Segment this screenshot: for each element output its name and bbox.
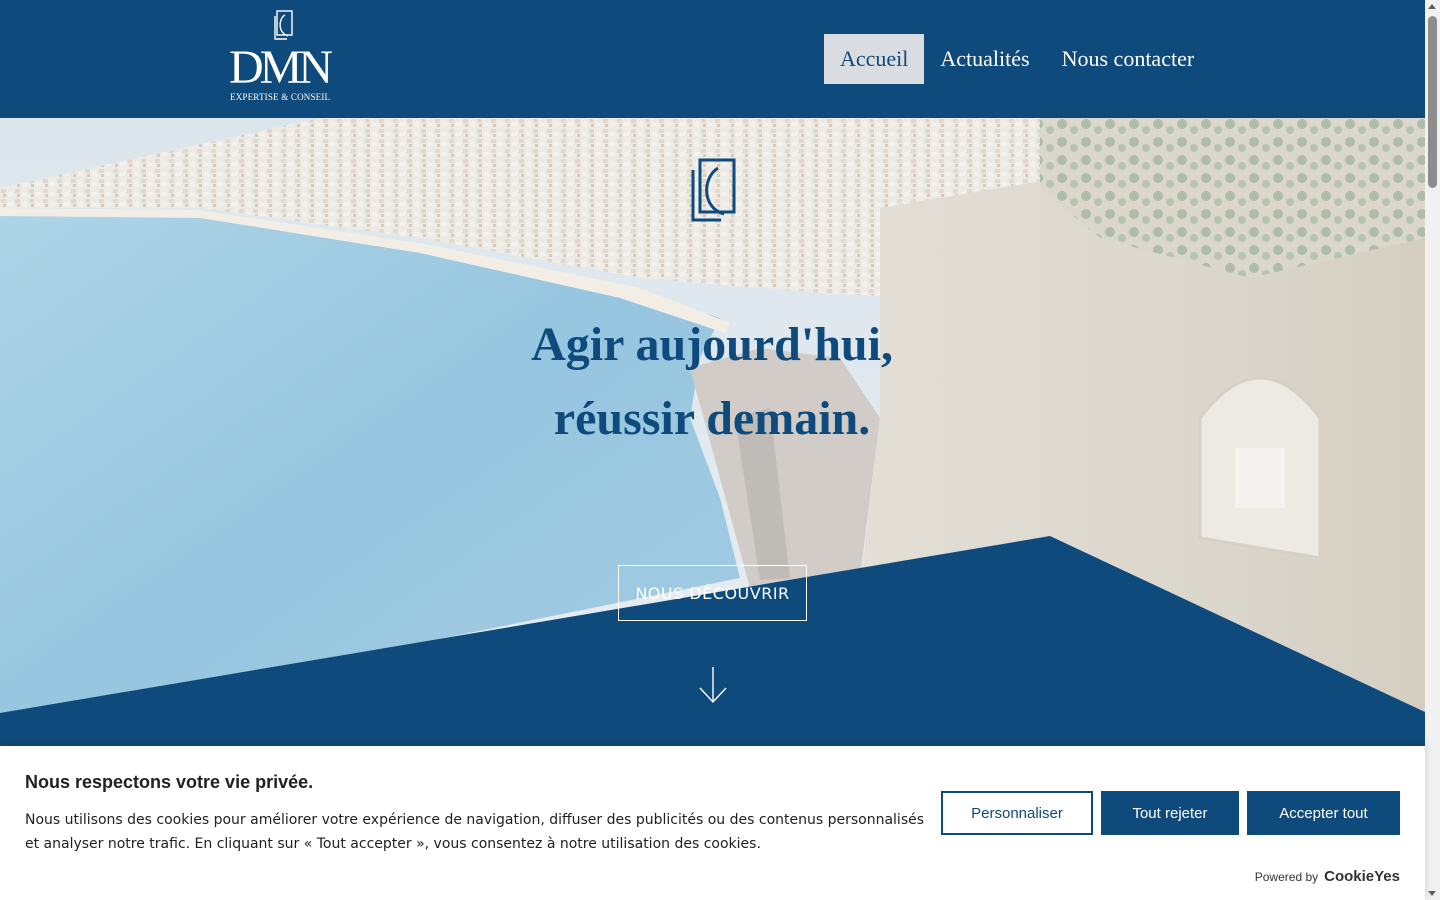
hero-title: Agir aujourd'hui, réussir demain. (412, 308, 1012, 456)
cookie-banner-message: Nous utilisons des cookies pour améliore… (25, 812, 925, 852)
nav-item-actualites[interactable]: Actualités (924, 34, 1045, 84)
powered-by-label: Powered by (1254, 870, 1319, 884)
customize-cookies-button[interactable]: Personnaliser (941, 791, 1093, 835)
cookieyes-logo[interactable]: CookieYes (1324, 868, 1400, 885)
arrow-down-icon[interactable] (698, 666, 728, 704)
hero-title-line-2: réussir demain. (553, 392, 871, 445)
cookie-banner-title: Nous respectons votre vie privée. (25, 772, 314, 792)
logo-wordmark: DMN (229, 41, 333, 94)
powered-by: Powered by CookieYes (1255, 868, 1400, 885)
site-logo[interactable]: DMN EXPERTISE & CONSEIL (229, 10, 339, 105)
reject-all-cookies-button[interactable]: Tout rejeter (1101, 791, 1239, 835)
scroll-down-icon[interactable] (1428, 891, 1436, 896)
page-scrollbar[interactable] (1425, 0, 1440, 900)
logo-tagline: EXPERTISE & CONSEIL (230, 92, 331, 102)
scroll-up-icon[interactable] (1428, 4, 1436, 9)
scrollbar-thumb[interactable] (1428, 16, 1437, 188)
main-nav: Accueil Actualités Nous contacter (824, 34, 1210, 84)
discover-button[interactable]: NOUS DÉCOUVRIR (618, 565, 807, 621)
cookie-consent-banner: Nous respectons votre vie privée. Nous u… (0, 746, 1425, 900)
dmn-monogram-icon (274, 10, 293, 40)
hero-section: Agir aujourd'hui, réussir demain. NOUS D… (0, 118, 1425, 746)
nav-item-nous-contacter[interactable]: Nous contacter (1046, 34, 1211, 84)
dmn-monogram-icon (691, 158, 736, 222)
site-header: DMN EXPERTISE & CONSEIL Accueil Actualit… (0, 0, 1425, 118)
hero-title-line-1: Agir aujourd'hui, (531, 318, 893, 371)
nav-item-accueil[interactable]: Accueil (824, 34, 925, 84)
accept-all-cookies-button[interactable]: Accepter tout (1247, 791, 1400, 835)
